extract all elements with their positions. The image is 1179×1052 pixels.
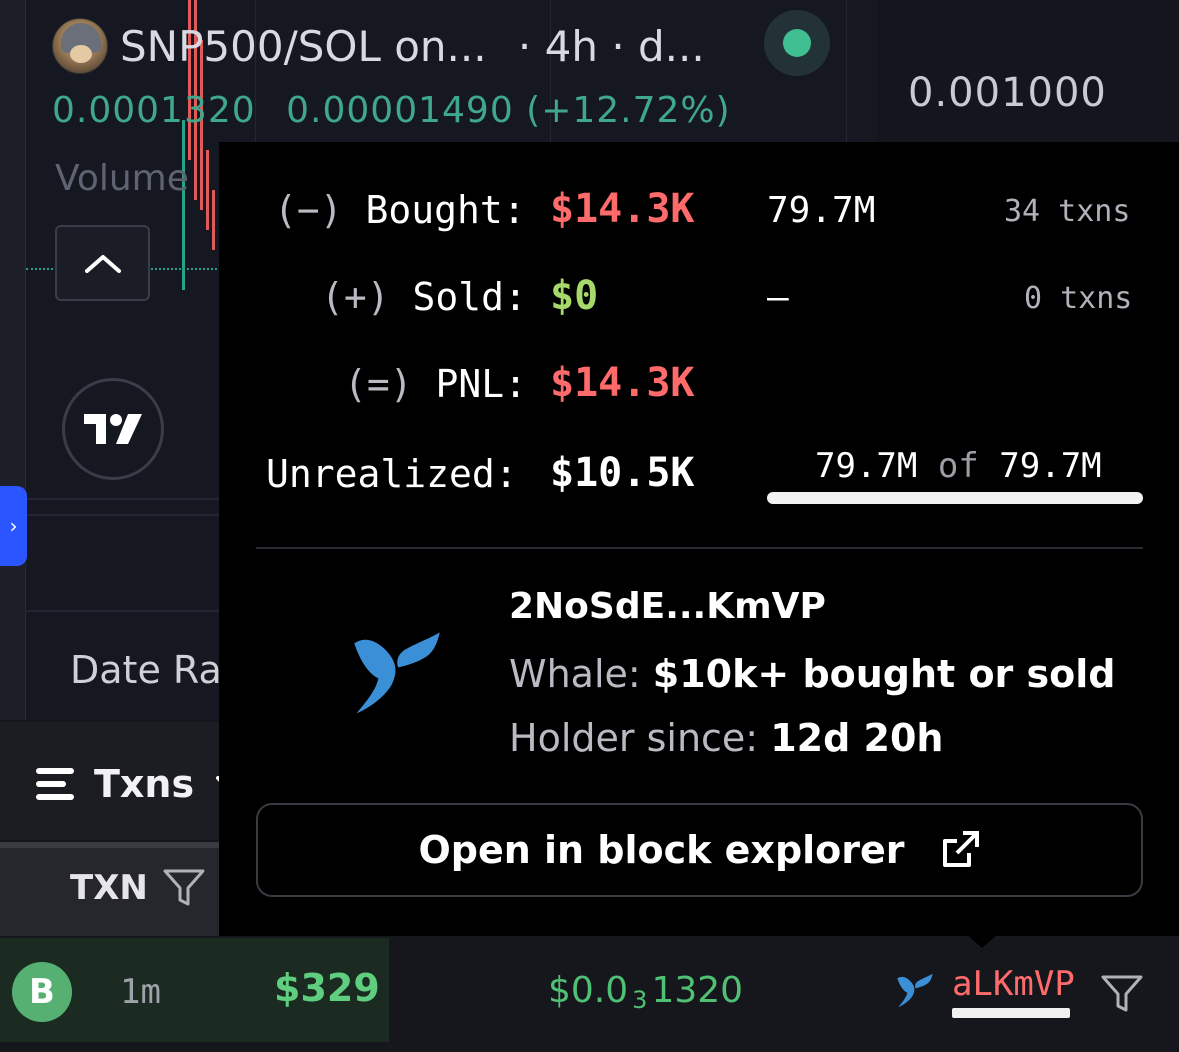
live-status-dot xyxy=(783,29,811,57)
chart-title[interactable]: SNP500/SOL on... · 4h · d... xyxy=(52,16,705,76)
bought-amount: 79.7M xyxy=(767,190,876,231)
pnl-value: $14.3K xyxy=(550,360,695,406)
sold-amount: – xyxy=(767,277,789,318)
holding-progress-bar xyxy=(767,492,1143,504)
ohlc-readout: 0.0001320 0.00001490 (+12.72%) xyxy=(52,90,749,131)
maker-link[interactable]: aLKmVP xyxy=(952,964,1075,1004)
buy-badge: B xyxy=(12,962,72,1022)
row-age: 1m xyxy=(120,972,161,1012)
external-link-icon xyxy=(942,831,979,867)
txns-tab[interactable]: Txns xyxy=(36,762,242,806)
unrealized-value: $10.5K xyxy=(550,450,695,496)
whale-tail-icon xyxy=(897,973,933,1008)
cat-hoodie-avatar xyxy=(52,18,108,74)
chart-candle xyxy=(212,190,215,250)
row-price: $0.0 3 1320 xyxy=(548,970,744,1014)
collapse-legend-button[interactable] xyxy=(55,225,150,301)
txn-column-header[interactable]: TXN xyxy=(70,868,206,908)
tradingview-icon xyxy=(84,414,142,444)
bought-value: $14.3K xyxy=(550,186,695,232)
chart-candle xyxy=(182,120,185,290)
txns-title: Txns xyxy=(94,762,195,806)
whale-description: Whale: $10k+ bought or sold xyxy=(509,652,1116,696)
chevron-up-icon xyxy=(84,255,121,273)
holding-readout: 79.7M of 79.7M xyxy=(815,446,1102,486)
ohlc-change: 0.00001490 (+12.72%) xyxy=(286,90,731,131)
ohlc-price: 0.0001320 xyxy=(52,90,256,131)
price-axis-label: 0.001000 xyxy=(908,70,1107,116)
row-usd-value: $329 xyxy=(274,966,380,1010)
chart-candle xyxy=(206,150,209,230)
chart-left-rail xyxy=(0,0,26,720)
sold-label: (+) Sold: xyxy=(321,275,527,319)
volume-label: Volume xyxy=(55,158,189,199)
chart-meta: · 4h · d... xyxy=(517,21,705,71)
tooltip-divider xyxy=(256,547,1143,549)
pair-title: SNP500/SOL on... xyxy=(120,21,487,71)
chart-grid-line xyxy=(26,498,221,500)
chart-grid-line xyxy=(26,514,221,516)
tooltip-arrow xyxy=(966,934,998,948)
live-status-indicator xyxy=(764,10,830,76)
sold-txns: 0 txns xyxy=(1024,281,1133,316)
wallet-address: 2NoSdE...KmVP xyxy=(509,586,826,627)
unrealized-label: Unrealized: xyxy=(266,452,518,496)
date-range-label[interactable]: Date Ra xyxy=(70,648,222,692)
bought-label: (−) Bought: xyxy=(274,188,526,232)
side-panel-toggle[interactable]: › xyxy=(0,486,27,566)
menu-lines-icon xyxy=(36,768,74,800)
chart-grid-line xyxy=(26,610,221,612)
filter-icon[interactable] xyxy=(162,868,206,908)
pnl-label: (=) PNL: xyxy=(344,362,528,406)
whale-tail-icon xyxy=(354,632,440,714)
chevron-right-icon: › xyxy=(9,514,18,538)
filter-icon[interactable] xyxy=(1100,974,1144,1014)
tradingview-logo[interactable] xyxy=(62,378,164,480)
maker-underline xyxy=(952,1008,1070,1018)
holder-since: Holder since: 12d 20h xyxy=(509,716,944,760)
sold-value: $0 xyxy=(550,273,599,319)
bought-txns: 34 txns xyxy=(1004,194,1131,229)
open-block-explorer-button[interactable]: Open in block explorer xyxy=(256,803,1143,897)
